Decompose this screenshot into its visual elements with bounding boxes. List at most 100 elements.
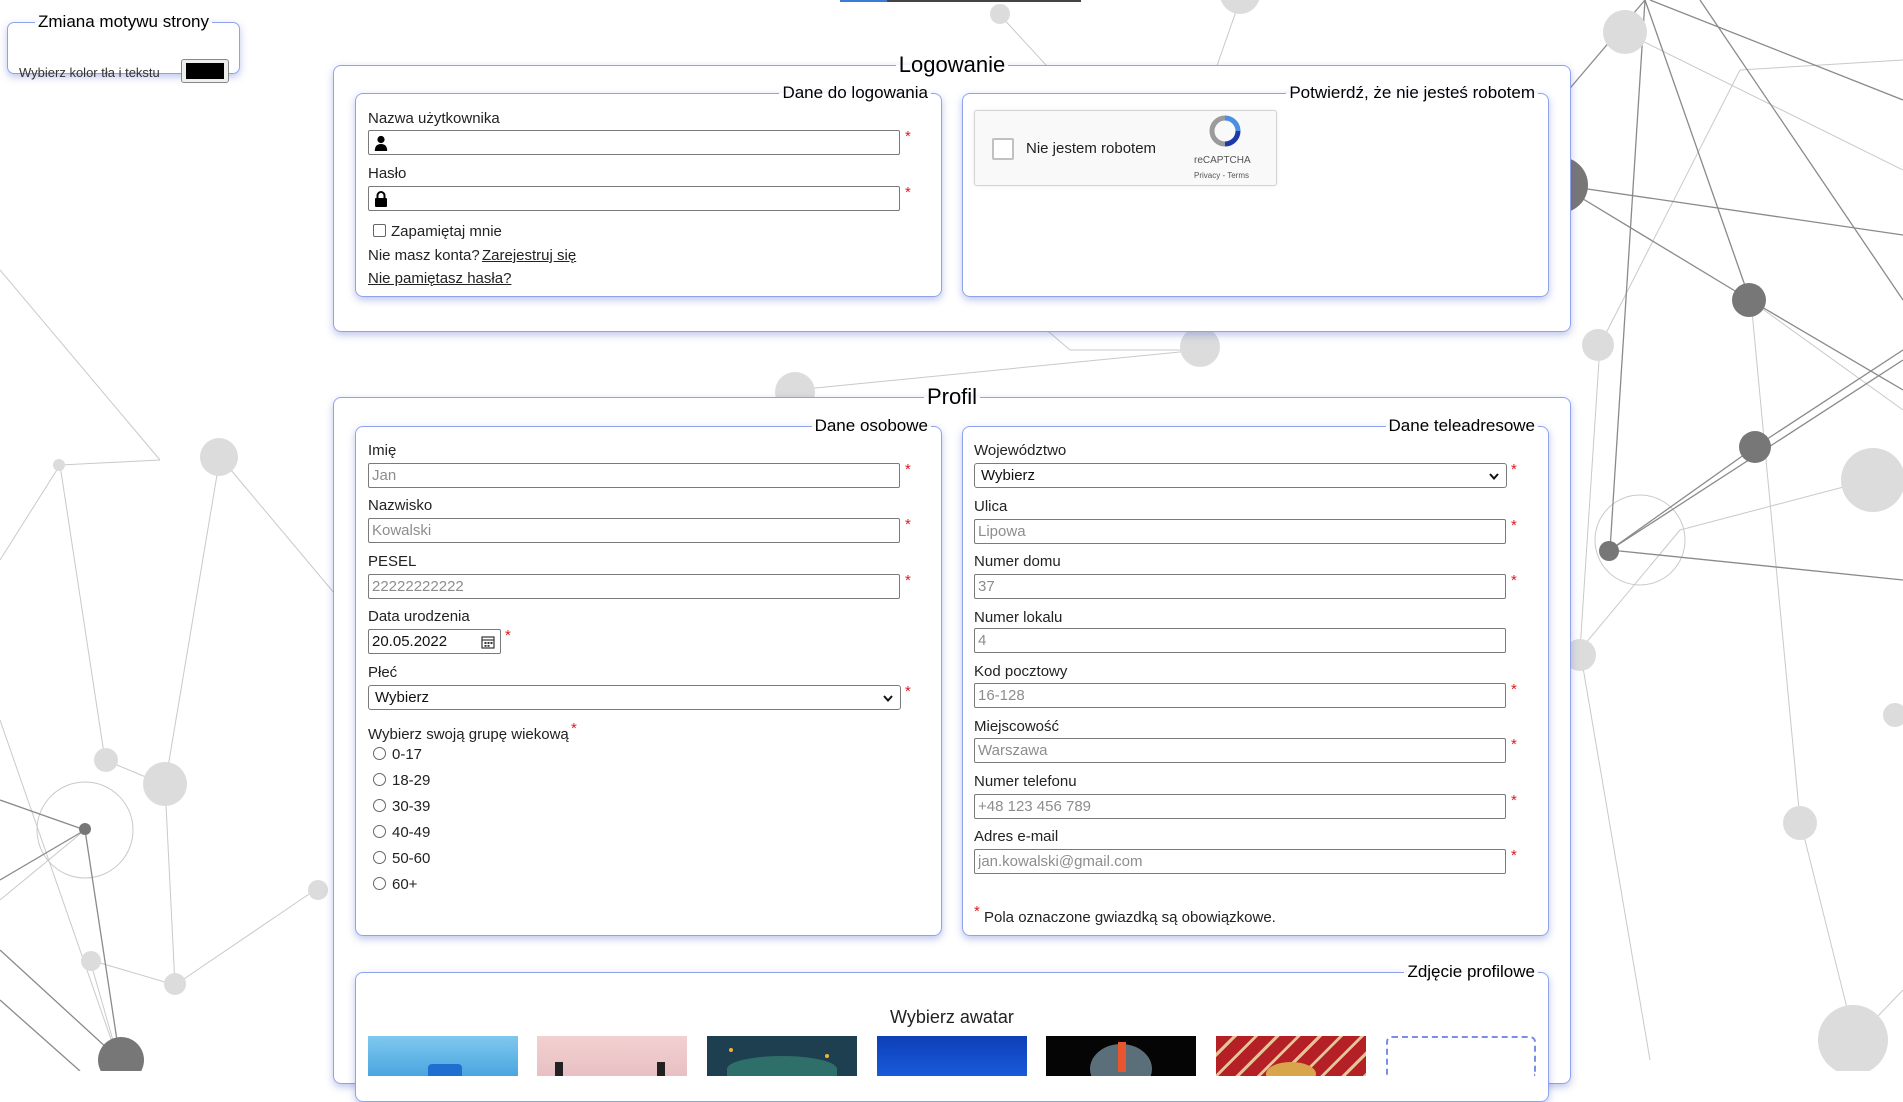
avatar-option[interactable] <box>1216 1036 1366 1076</box>
avatar-upload-slot[interactable] <box>1386 1036 1536 1076</box>
radio-button[interactable] <box>373 799 386 812</box>
login-credentials-legend: Dane do logowania <box>782 83 928 102</box>
birth-date-label: Data urodzenia <box>368 608 470 625</box>
voivodeship-required-mark: * <box>1511 461 1517 478</box>
postal-code-input[interactable] <box>974 683 1506 708</box>
radio-button[interactable] <box>373 773 386 786</box>
recaptcha-terms-link[interactable]: Terms <box>1227 171 1249 180</box>
avatar-figure <box>555 1062 563 1076</box>
avatar-figure <box>729 1048 733 1052</box>
avatar-figure <box>657 1062 665 1076</box>
avatar-option[interactable] <box>368 1036 518 1076</box>
avatar-option[interactable] <box>707 1036 857 1076</box>
house-number-input[interactable] <box>974 574 1506 599</box>
pesel-required-mark: * <box>905 572 911 589</box>
first-name-input[interactable] <box>368 463 900 488</box>
password-required-mark: * <box>905 184 911 201</box>
age-group-option-label: 40-49 <box>392 824 431 841</box>
recaptcha-widget: Nie jestem robotem reCAPTCHA Privacy - T… <box>974 110 1277 186</box>
recaptcha-label: Nie jestem robotem <box>1026 140 1157 157</box>
top-tab-indicator <box>840 0 1081 2</box>
forgot-password-link[interactable]: Nie pamiętasz hasła? <box>368 270 511 287</box>
phone-required-mark: * <box>1511 792 1517 809</box>
age-group-option-label: 0-17 <box>392 746 423 763</box>
avatar-figure <box>1266 1062 1316 1076</box>
house-number-label: Numer domu <box>974 553 1061 570</box>
city-label: Miejscowość <box>974 718 1060 735</box>
email-required-mark: * <box>1511 847 1517 864</box>
gender-required-mark: * <box>905 683 911 700</box>
house-number-required-mark: * <box>1511 572 1517 589</box>
calendar-icon[interactable] <box>481 635 495 649</box>
profile-photo-legend: Zdjęcie profilowe <box>1407 962 1535 981</box>
last-name-label: Nazwisko <box>368 497 433 514</box>
age-group-option-label: 60+ <box>392 876 418 893</box>
recaptcha-checkbox[interactable] <box>992 138 1014 160</box>
age-group-option[interactable]: 18-29 <box>373 772 430 789</box>
street-input[interactable] <box>974 519 1506 544</box>
city-input[interactable] <box>974 738 1506 763</box>
birth-date-value: 20.05.2022 <box>372 633 448 650</box>
radio-button[interactable] <box>373 877 386 890</box>
lock-icon <box>375 191 387 207</box>
age-group-required-mark: * <box>571 720 577 737</box>
profile-photo-panel: Zdjęcie profilowe <box>355 962 1549 1102</box>
avatar-option[interactable] <box>877 1036 1027 1076</box>
phone-label: Numer telefonu <box>974 773 1077 790</box>
username-input[interactable] <box>368 130 900 155</box>
pesel-input[interactable] <box>368 574 900 599</box>
postal-code-required-mark: * <box>1511 681 1517 698</box>
top-tab-indicator-accent <box>840 0 887 2</box>
recaptcha-brand: reCAPTCHA <box>1194 155 1251 166</box>
avatar-figure <box>428 1064 462 1076</box>
radio-button[interactable] <box>373 747 386 760</box>
age-group-option[interactable]: 50-60 <box>373 850 430 867</box>
theme-color-swatch <box>186 63 224 79</box>
flat-number-input[interactable] <box>974 628 1506 653</box>
flat-number-label: Numer lokalu <box>974 609 1063 626</box>
voivodeship-select-value: Wybierz <box>981 467 1036 484</box>
username-label: Nazwa użytkownika <box>368 110 500 127</box>
chevron-down-icon <box>1489 473 1499 481</box>
avatar-figure <box>825 1054 829 1058</box>
theme-switch-legend: Zmiana motywu strony <box>38 12 209 31</box>
radio-button[interactable] <box>373 851 386 864</box>
age-group-option-label: 50-60 <box>392 850 431 867</box>
avatar-option[interactable] <box>537 1036 687 1076</box>
age-group-option[interactable]: 0-17 <box>373 746 422 763</box>
last-name-input[interactable] <box>368 518 900 543</box>
gender-label: Płeć <box>368 664 398 681</box>
recaptcha-footer: Privacy - Terms <box>1194 171 1249 180</box>
email-input[interactable] <box>974 849 1506 874</box>
recaptcha-privacy-link[interactable]: Privacy <box>1194 171 1220 180</box>
register-link[interactable]: Zarejestruj się <box>482 247 576 264</box>
avatar-figure <box>727 1056 837 1076</box>
city-required-mark: * <box>1511 736 1517 753</box>
birth-date-required-mark: * <box>505 627 511 644</box>
remember-me-checkbox[interactable] <box>373 224 386 237</box>
first-name-label: Imię <box>368 442 397 459</box>
avatar-option[interactable] <box>1046 1036 1196 1076</box>
required-note: Pola oznaczone gwiazdką są obowiązkowe. <box>984 909 1276 926</box>
password-input[interactable] <box>368 186 900 211</box>
age-group-option[interactable]: 40-49 <box>373 824 430 841</box>
street-required-mark: * <box>1511 517 1517 534</box>
age-group-option-label: 30-39 <box>392 798 431 815</box>
recaptcha-logo-icon <box>1209 115 1241 147</box>
personal-data-legend: Dane osobowe <box>814 416 928 435</box>
age-group-option[interactable]: 30-39 <box>373 798 430 815</box>
street-label: Ulica <box>974 498 1008 515</box>
gender-select[interactable]: Wybierz <box>368 685 901 710</box>
theme-color-picker[interactable] <box>181 59 229 83</box>
required-note-mark: * <box>974 903 980 920</box>
no-account-text: Nie masz konta? <box>368 247 480 264</box>
voivodeship-select[interactable]: Wybierz <box>974 463 1507 488</box>
age-group-option[interactable]: 60+ <box>373 876 417 893</box>
voivodeship-label: Województwo <box>974 442 1067 459</box>
birth-date-input[interactable]: 20.05.2022 <box>368 629 501 654</box>
captcha-legend: Potwierdź, że nie jesteś robotem <box>1289 83 1535 102</box>
radio-button[interactable] <box>373 825 386 838</box>
user-icon <box>374 135 388 151</box>
phone-input[interactable] <box>974 794 1506 819</box>
login-legend: Logowanie <box>898 52 1006 77</box>
